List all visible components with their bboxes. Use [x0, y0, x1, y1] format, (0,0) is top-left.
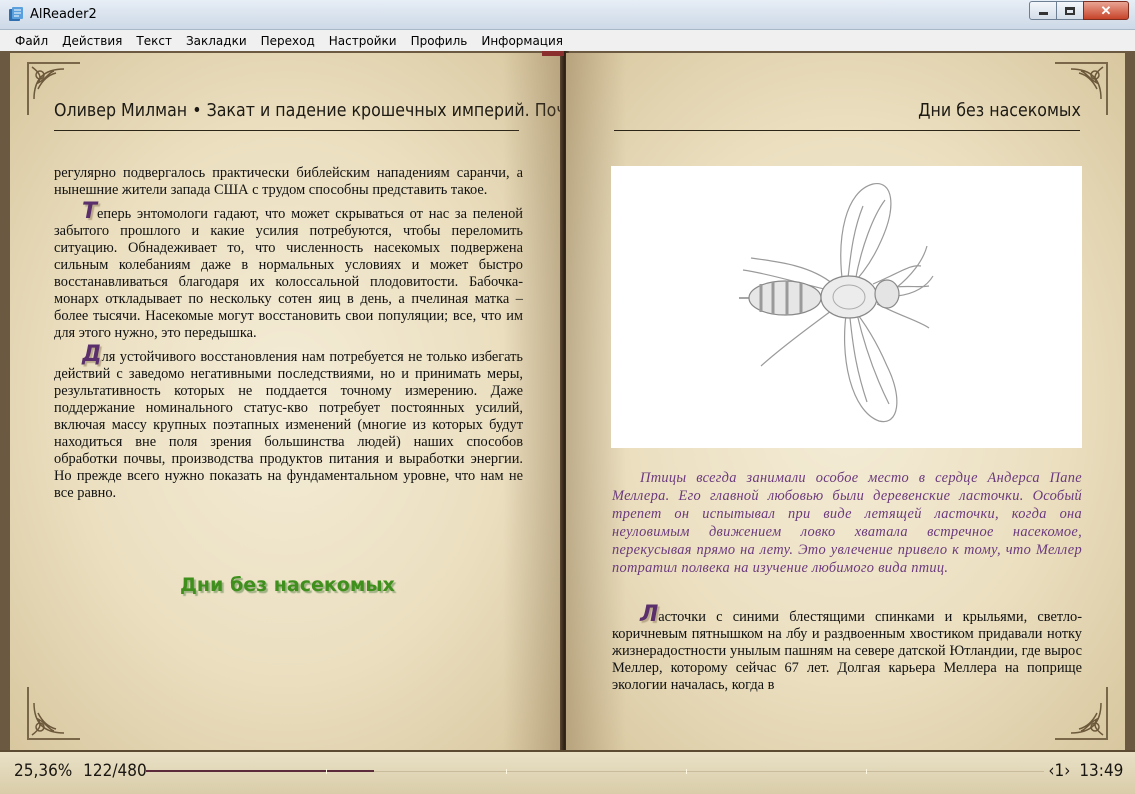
- book-view[interactable]: Оливер Милман • Закат и падение крошечны…: [0, 51, 1135, 750]
- close-icon: ✕: [1100, 3, 1112, 18]
- menu-file[interactable]: Файл: [8, 34, 55, 48]
- paragraph-text: асточки с синими блестящими спинками и к…: [612, 609, 1082, 693]
- menu-navigate[interactable]: Переход: [254, 34, 322, 48]
- wasp-illustration: [611, 166, 1082, 448]
- left-page-header: Оливер Милман • Закат и падение крошечны…: [54, 100, 563, 121]
- paragraph: Теперь энтомологи гадают, что может скры…: [54, 201, 523, 342]
- menu-text[interactable]: Текст: [129, 34, 179, 48]
- chapter-tick: [506, 769, 507, 774]
- menu-bookmarks[interactable]: Закладки: [179, 34, 254, 48]
- chapter-tick: [686, 769, 687, 774]
- right-page-text: Ласточки с синими блестящими спинками и …: [612, 604, 1082, 694]
- status-bar: 25,36% 122/480 ‹1› 13:49: [0, 750, 1135, 794]
- menu-actions[interactable]: Действия: [55, 34, 129, 48]
- corner-ornament-icon: [24, 683, 84, 743]
- header-rule: [614, 130, 1080, 131]
- title-bar: AlReader2 ✕: [0, 0, 1135, 30]
- status-right: ‹1› 13:49: [1048, 761, 1123, 781]
- right-page-header: Дни без насекомых: [918, 100, 1081, 121]
- page-indicator[interactable]: ‹1›: [1048, 761, 1070, 781]
- page-counter[interactable]: 122/480: [83, 761, 147, 781]
- paragraph-text: еперь энтомологи гадают, что может скрыв…: [54, 206, 523, 341]
- progress-fill: [146, 770, 374, 772]
- paragraph: Ласточки с синими блестящими спинками и …: [612, 604, 1082, 694]
- menu-bar: Файл Действия Текст Закладки Переход Нас…: [0, 30, 1135, 51]
- menu-settings[interactable]: Настройки: [322, 34, 404, 48]
- app-icon[interactable]: [8, 6, 25, 23]
- dropcap: Л: [640, 602, 659, 627]
- right-page[interactable]: Дни без насекомых Птицы всегда занимали …: [566, 53, 1125, 750]
- window-controls: ✕: [1029, 1, 1129, 20]
- paragraph: регулярно подвергалось практически библе…: [54, 165, 523, 198]
- progress-percent: 25,36%: [14, 761, 73, 781]
- chapter-tick: [326, 769, 327, 774]
- chapter-title: Дни без насекомых: [180, 574, 395, 596]
- maximize-icon: [1065, 6, 1075, 15]
- illustration-caption: Птицы всегда занимали особое место в сер…: [612, 470, 1082, 576]
- minimize-button[interactable]: [1029, 1, 1057, 20]
- paragraph: Для устойчивого восстановления нам потре…: [54, 344, 523, 502]
- left-page[interactable]: Оливер Милман • Закат и падение крошечны…: [10, 53, 563, 750]
- bookmark-ribbon: [542, 51, 564, 56]
- left-page-text: регулярно подвергалось практически библе…: [54, 165, 523, 502]
- chapter-tick: [866, 769, 867, 774]
- reading-progress-bar[interactable]: [146, 769, 1044, 774]
- clock: 13:49: [1078, 761, 1123, 781]
- maximize-button[interactable]: [1056, 1, 1084, 20]
- menu-profile[interactable]: Профиль: [404, 34, 475, 48]
- dropcap: Т: [82, 199, 98, 224]
- dropcap: Д: [82, 342, 102, 367]
- window-title: AlReader2: [30, 7, 97, 22]
- menu-info[interactable]: Информация: [474, 34, 570, 48]
- minimize-icon: [1038, 12, 1048, 15]
- header-rule: [54, 130, 519, 131]
- close-button[interactable]: ✕: [1083, 1, 1129, 20]
- reading-position: 25,36% 122/480: [14, 761, 147, 781]
- paragraph-text: ля устойчивого восстановления нам потреб…: [54, 349, 523, 501]
